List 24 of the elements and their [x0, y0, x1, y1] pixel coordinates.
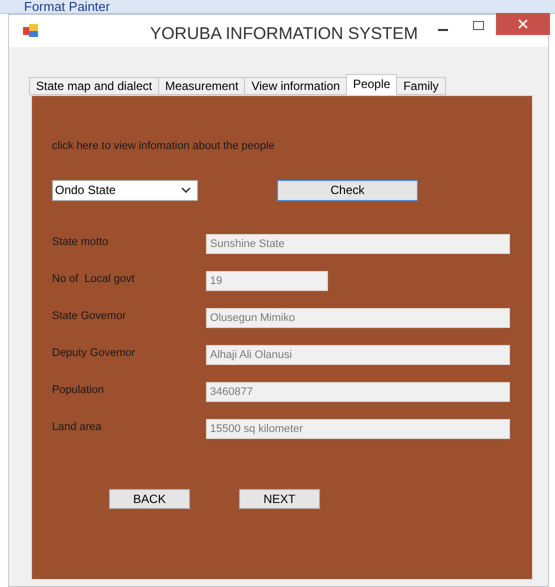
check-button[interactable]: Check	[277, 180, 418, 200]
tab[interactable]: State map and dialect	[29, 77, 160, 95]
ribbon-label[interactable]: Format Painter	[24, 0, 110, 13]
close-icon	[518, 19, 528, 29]
chevron-down-icon	[181, 187, 191, 193]
field-label: State Govemor	[52, 308, 127, 324]
field-label: Deputy Govemor	[52, 346, 136, 360]
state-dropdown[interactable]: Ondo State	[52, 180, 198, 200]
field-label: No of Local govt	[52, 272, 136, 286]
nav-button[interactable]: NEXT	[239, 488, 320, 508]
tab[interactable]: Family	[396, 77, 446, 95]
field-label: Population	[52, 382, 105, 398]
tab[interactable]: People	[346, 74, 398, 95]
field-label: State motto	[52, 234, 110, 250]
close-button[interactable]	[496, 13, 550, 35]
window-title: YORUBA INFORMATION SYSTEM	[150, 23, 418, 45]
app-icon	[23, 24, 39, 38]
nav-button[interactable]: BACK	[109, 488, 190, 508]
field-label: Land area	[52, 420, 103, 434]
minimize-icon[interactable]	[438, 29, 448, 32]
tab[interactable]: View information	[244, 77, 347, 95]
instruction-text: click here to view infomation about the people	[52, 139, 276, 154]
maximize-icon[interactable]	[473, 21, 484, 30]
tab[interactable]: Measurement	[158, 77, 246, 95]
